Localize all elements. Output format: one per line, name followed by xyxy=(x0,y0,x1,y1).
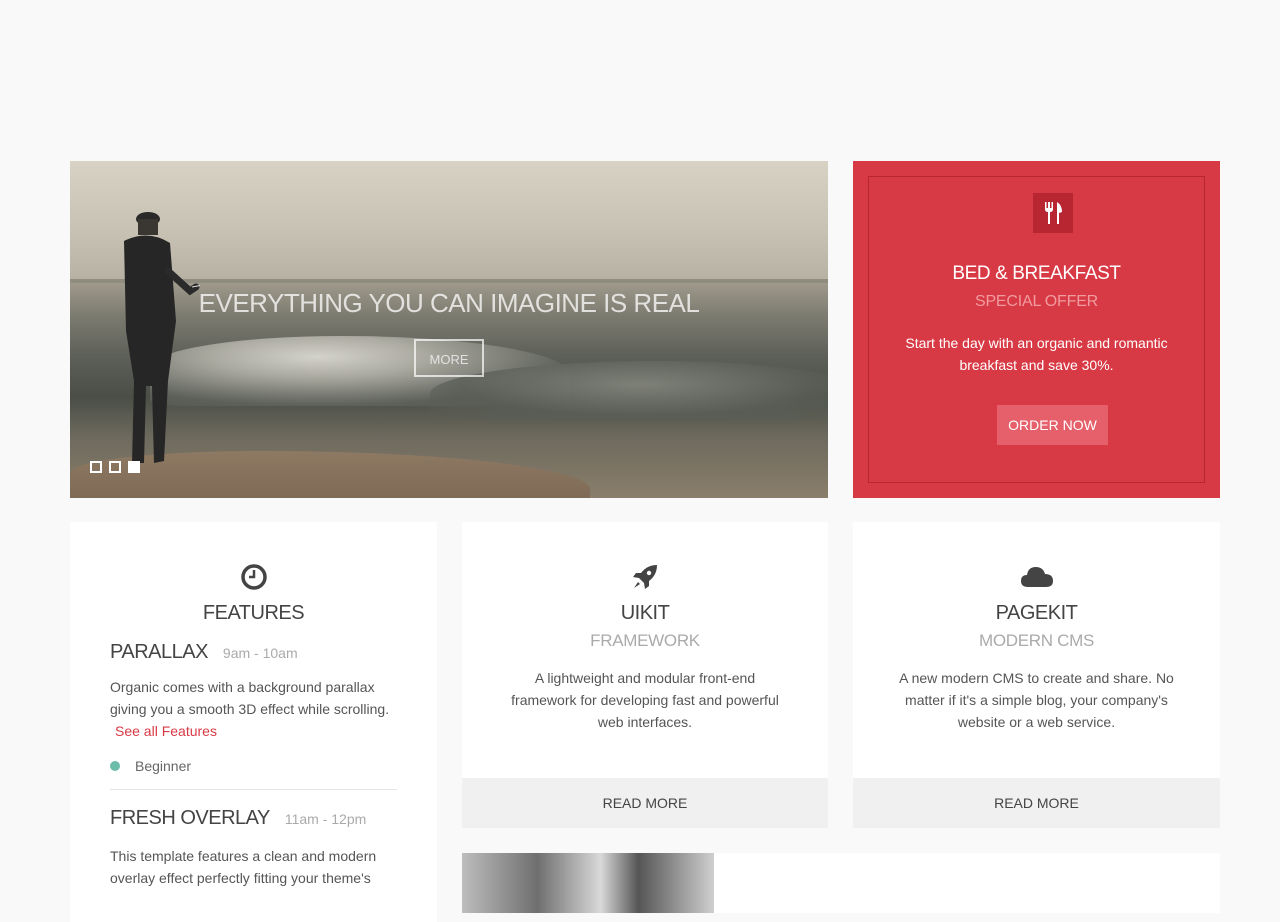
level-indicator: Beginner xyxy=(110,758,397,774)
clock-icon xyxy=(70,563,437,596)
offer-panel: BED & BREAKFAST SPECIAL OFFER Start the … xyxy=(853,161,1220,498)
feature-time: 11am - 12pm xyxy=(284,811,367,827)
slideshow-dot[interactable] xyxy=(109,461,121,473)
feature-name: PARALLAX xyxy=(110,641,208,663)
divider xyxy=(110,789,397,790)
pagekit-text: A new modern CMS to create and share. No… xyxy=(899,670,1174,730)
rocket-icon xyxy=(462,563,828,596)
cutlery-icon xyxy=(1033,193,1073,233)
features-card: FEATURES PARALLAX 9am - 10am Organic com… xyxy=(70,522,437,922)
feature-description: This template features a clean and moder… xyxy=(110,848,377,886)
features-title: FEATURES xyxy=(202,602,305,624)
feature-description-text: Organic comes with a background parallax… xyxy=(110,679,390,717)
hero-slideshow: EVERYTHING YOU CAN IMAGINE IS REAL MORE xyxy=(70,161,828,498)
more-button[interactable]: MORE xyxy=(414,339,484,377)
order-now-button[interactable]: ORDER NOW xyxy=(997,405,1108,445)
feature-item-header: PARALLAX 9am - 10am xyxy=(110,641,397,664)
offer-title: BED & BREAKFAST xyxy=(952,263,1121,284)
testimonial-card xyxy=(462,853,1220,913)
uikit-subtitle: FRAMEWORK xyxy=(590,631,700,650)
feature-item-header: FRESH OVERLAY 11am - 12pm xyxy=(110,807,397,830)
offer-frame: BED & BREAKFAST SPECIAL OFFER Start the … xyxy=(868,176,1205,483)
feature-name: FRESH OVERLAY xyxy=(110,807,270,829)
hero-caption: EVERYTHING YOU CAN IMAGINE IS REAL MORE xyxy=(70,287,828,377)
pagekit-subtitle: MODERN CMS xyxy=(978,631,1095,650)
portrait-image xyxy=(462,853,714,913)
pagekit-read-more-button[interactable]: READ MORE xyxy=(853,778,1220,828)
slideshow-dotnav xyxy=(90,461,140,473)
offer-subtitle: SPECIAL OFFER xyxy=(974,293,1099,310)
uikit-title: UIKIT xyxy=(620,602,670,624)
feature-time: 9am - 10am xyxy=(222,645,298,661)
uikit-text: A lightweight and modular front-end fram… xyxy=(511,670,779,730)
offer-text: Start the day with an organic and romant… xyxy=(905,335,1168,373)
hero-title: EVERYTHING YOU CAN IMAGINE IS REAL xyxy=(198,288,700,318)
level-label: Beginner xyxy=(135,758,192,774)
pagekit-card: PAGEKIT MODERN CMS A new modern CMS to c… xyxy=(853,522,1220,828)
level-dot-icon xyxy=(110,761,120,771)
slideshow-dot[interactable] xyxy=(90,461,102,473)
feature-list: PARALLAX 9am - 10am Organic comes with a… xyxy=(70,641,437,889)
uikit-read-more-button[interactable]: READ MORE xyxy=(462,778,828,828)
see-all-features-link[interactable]: See all Features xyxy=(115,723,217,739)
slideshow-dot-active[interactable] xyxy=(128,461,140,473)
pagekit-title: PAGEKIT xyxy=(995,602,1078,624)
cloud-icon xyxy=(853,563,1220,596)
uikit-card: UIKIT FRAMEWORK A lightweight and modula… xyxy=(462,522,828,828)
feature-description: Organic comes with a background parallax… xyxy=(110,676,397,742)
